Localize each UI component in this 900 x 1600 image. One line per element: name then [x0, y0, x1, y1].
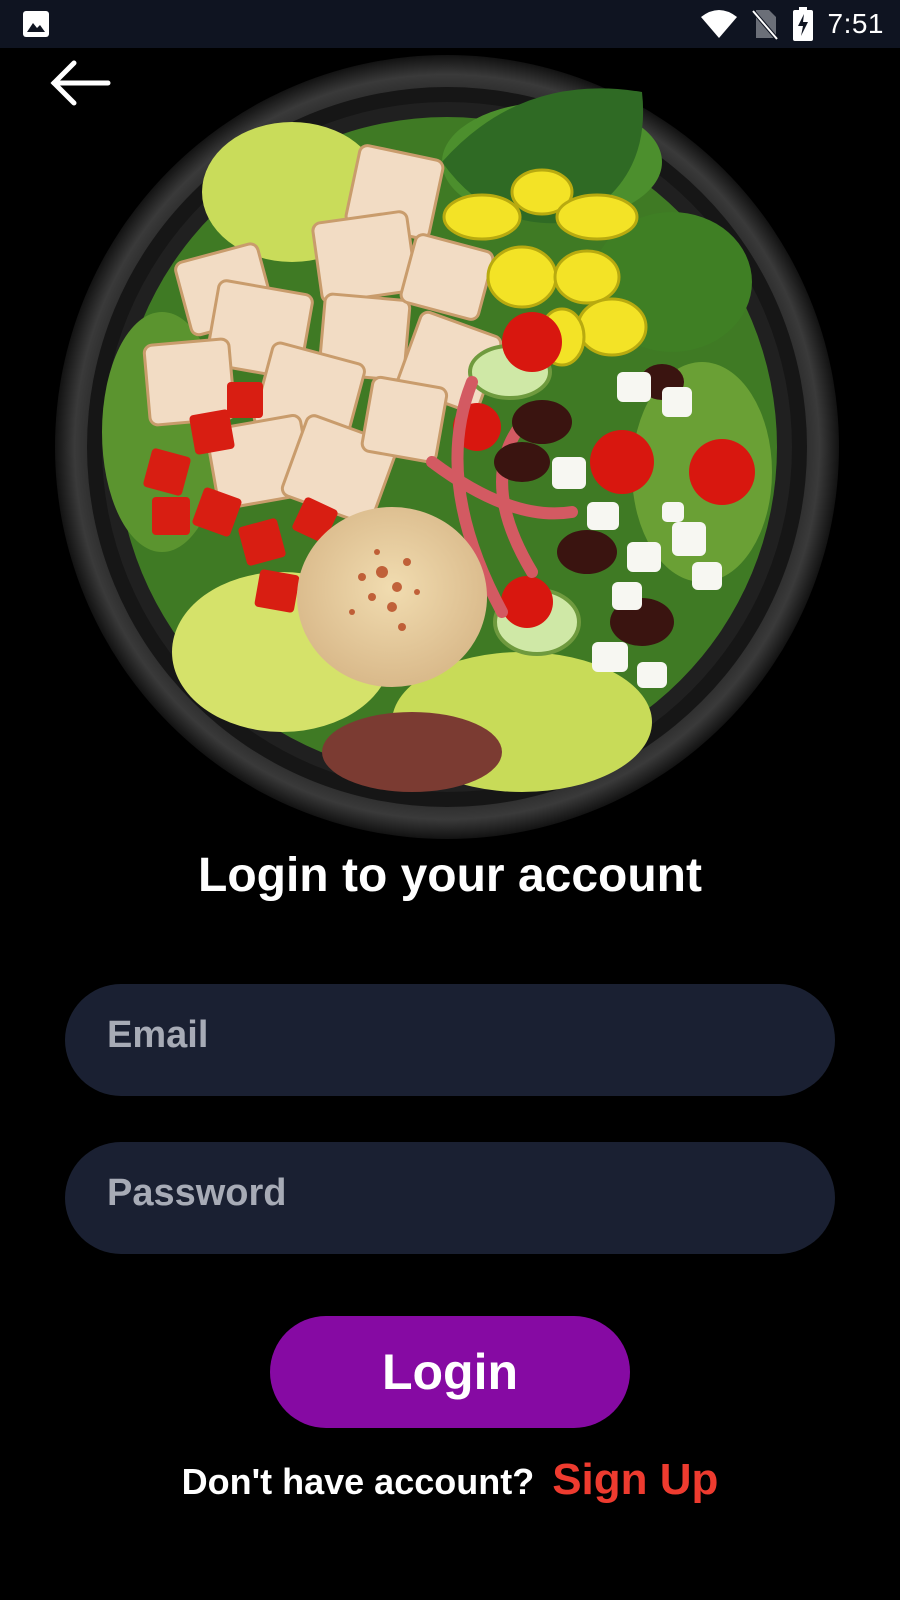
- login-screen: 7:51 Login to your account Email Login D…: [0, 0, 900, 1600]
- login-button[interactable]: Login: [270, 1316, 630, 1428]
- arrow-left-icon: [50, 60, 111, 106]
- password-field[interactable]: [105, 1170, 795, 1216]
- back-button[interactable]: [46, 58, 112, 108]
- signup-link[interactable]: Sign Up: [552, 1455, 718, 1505]
- no-sim-icon: [751, 9, 778, 40]
- password-field-container: [65, 1142, 835, 1254]
- email-field-container: [65, 984, 835, 1096]
- wifi-icon: [700, 10, 737, 38]
- status-icons: 7:51: [700, 0, 885, 48]
- page-title: Login to your account: [198, 849, 702, 902]
- status-bar: 7:51: [0, 0, 900, 48]
- status-time: 7:51: [827, 8, 884, 39]
- signup-row: Don't have account? Sign Up: [0, 1455, 900, 1505]
- gallery-icon: [23, 11, 49, 37]
- salad-bowl-image: [55, 55, 839, 839]
- battery-charging-icon: [792, 7, 813, 41]
- signup-prompt: Don't have account?: [181, 1461, 535, 1502]
- email-field[interactable]: [105, 1012, 795, 1058]
